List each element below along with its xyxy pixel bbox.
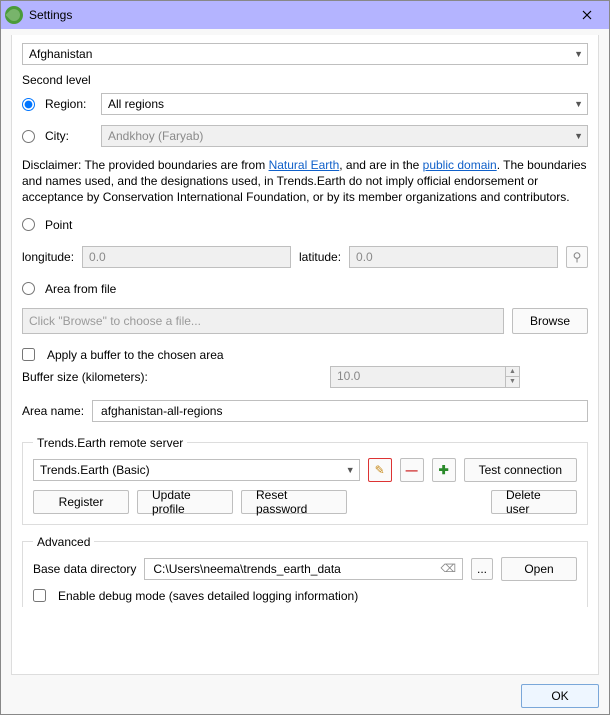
longitude-value: 0.0 <box>89 250 106 264</box>
advanced-legend: Advanced <box>33 535 94 549</box>
disclaimer-mid: , and are in the <box>339 158 422 172</box>
server-value: Trends.Earth (Basic) <box>40 463 150 477</box>
server-combo[interactable]: Trends.Earth (Basic) ▼ <box>33 459 360 481</box>
area-name-field[interactable] <box>99 403 581 419</box>
window-title: Settings <box>29 8 565 22</box>
latitude-input: 0.0 <box>349 246 558 268</box>
spin-up-icon: ▲ <box>505 367 519 378</box>
pencil-icon: ✎ <box>375 463 385 477</box>
remove-server-button[interactable]: — <box>400 458 424 482</box>
apply-buffer-checkbox[interactable] <box>22 348 35 361</box>
chevron-down-icon: ▼ <box>574 99 583 109</box>
settings-window: Settings Afghanistan ▼ Second level Regi… <box>0 0 610 715</box>
apply-buffer-label: Apply a buffer to the chosen area <box>47 348 224 362</box>
advanced-group: Advanced Base data directory ⌫ ... Open … <box>22 535 588 607</box>
ok-button[interactable]: OK <box>521 684 599 708</box>
region-combo[interactable]: All regions ▼ <box>101 93 588 115</box>
minus-icon: — <box>406 463 418 477</box>
content: Afghanistan ▼ Second level Region: All r… <box>11 35 599 675</box>
chevron-down-icon: ▼ <box>574 49 583 59</box>
browse-dir-button[interactable]: ... <box>471 558 493 580</box>
spin-buttons: ▲▼ <box>505 367 519 387</box>
ellipsis-icon: ... <box>477 562 487 576</box>
browse-button[interactable]: Browse <box>512 308 588 334</box>
edit-server-button[interactable]: ✎ <box>368 458 392 482</box>
buffer-size-value: 10.0 <box>337 369 360 383</box>
add-server-button[interactable]: ✚ <box>432 458 456 482</box>
open-dir-button[interactable]: Open <box>501 557 577 581</box>
country-value: Afghanistan <box>29 47 92 61</box>
region-label: Region: <box>45 97 95 111</box>
area-from-file-label: Area from file <box>45 282 116 296</box>
update-profile-button[interactable]: Update profile <box>137 490 233 514</box>
city-radio[interactable] <box>22 130 35 143</box>
country-combo[interactable]: Afghanistan ▼ <box>22 43 588 65</box>
spin-down-icon: ▼ <box>505 377 519 387</box>
file-path-placeholder: Click "Browse" to choose a file... <box>29 314 201 328</box>
test-connection-button[interactable]: Test connection <box>464 458 577 482</box>
longitude-input: 0.0 <box>82 246 291 268</box>
close-button[interactable] <box>565 1 609 29</box>
base-dir-field[interactable] <box>151 561 456 577</box>
city-value: Andkhoy (Faryab) <box>108 129 203 143</box>
register-button[interactable]: Register <box>33 490 129 514</box>
buffer-size-label: Buffer size (kilometers): <box>22 370 322 384</box>
file-path-input: Click "Browse" to choose a file... <box>22 308 504 334</box>
plus-icon: ✚ <box>439 463 449 477</box>
pick-point-button[interactable]: ⚲ <box>566 246 588 268</box>
debug-checkbox[interactable] <box>33 589 46 602</box>
area-from-file-radio[interactable] <box>22 282 35 295</box>
buffer-size-input: 10.0 ▲▼ <box>330 366 520 388</box>
base-dir-label: Base data directory <box>33 562 136 576</box>
city-label: City: <box>45 129 95 143</box>
point-label: Point <box>45 218 72 232</box>
second-level-heading: Second level <box>22 73 588 87</box>
pin-icon: ⚲ <box>573 250 582 264</box>
chevron-down-icon: ▼ <box>574 131 583 141</box>
titlebar: Settings <box>1 1 609 29</box>
clear-icon[interactable]: ⌫ <box>440 562 456 575</box>
remote-server-group: Trends.Earth remote server Trends.Earth … <box>22 436 588 525</box>
region-radio[interactable] <box>22 98 35 111</box>
app-logo-icon <box>5 6 23 24</box>
region-value: All regions <box>108 97 164 111</box>
client-area: Afghanistan ▼ Second level Region: All r… <box>1 29 609 714</box>
public-domain-link[interactable]: public domain <box>423 158 497 172</box>
latitude-value: 0.0 <box>356 250 373 264</box>
close-icon <box>582 10 592 20</box>
delete-user-button[interactable]: Delete user <box>491 490 577 514</box>
debug-label: Enable debug mode (saves detailed loggin… <box>58 589 358 603</box>
area-name-input[interactable] <box>92 400 588 422</box>
point-radio[interactable] <box>22 218 35 231</box>
disclaimer-text: Disclaimer: The provided boundaries are … <box>22 157 588 206</box>
natural-earth-link[interactable]: Natural Earth <box>269 158 340 172</box>
chevron-down-icon: ▼ <box>346 465 355 475</box>
remote-server-legend: Trends.Earth remote server <box>33 436 187 450</box>
dialog-footer: OK <box>521 684 599 708</box>
longitude-label: longitude: <box>22 250 74 264</box>
latitude-label: latitude: <box>299 250 341 264</box>
area-name-label: Area name: <box>22 404 84 418</box>
base-dir-input[interactable]: ⌫ <box>144 558 463 580</box>
city-combo: Andkhoy (Faryab) ▼ <box>101 125 588 147</box>
disclaimer-prefix: Disclaimer: The provided boundaries are … <box>22 158 269 172</box>
reset-password-button[interactable]: Reset password <box>241 490 347 514</box>
